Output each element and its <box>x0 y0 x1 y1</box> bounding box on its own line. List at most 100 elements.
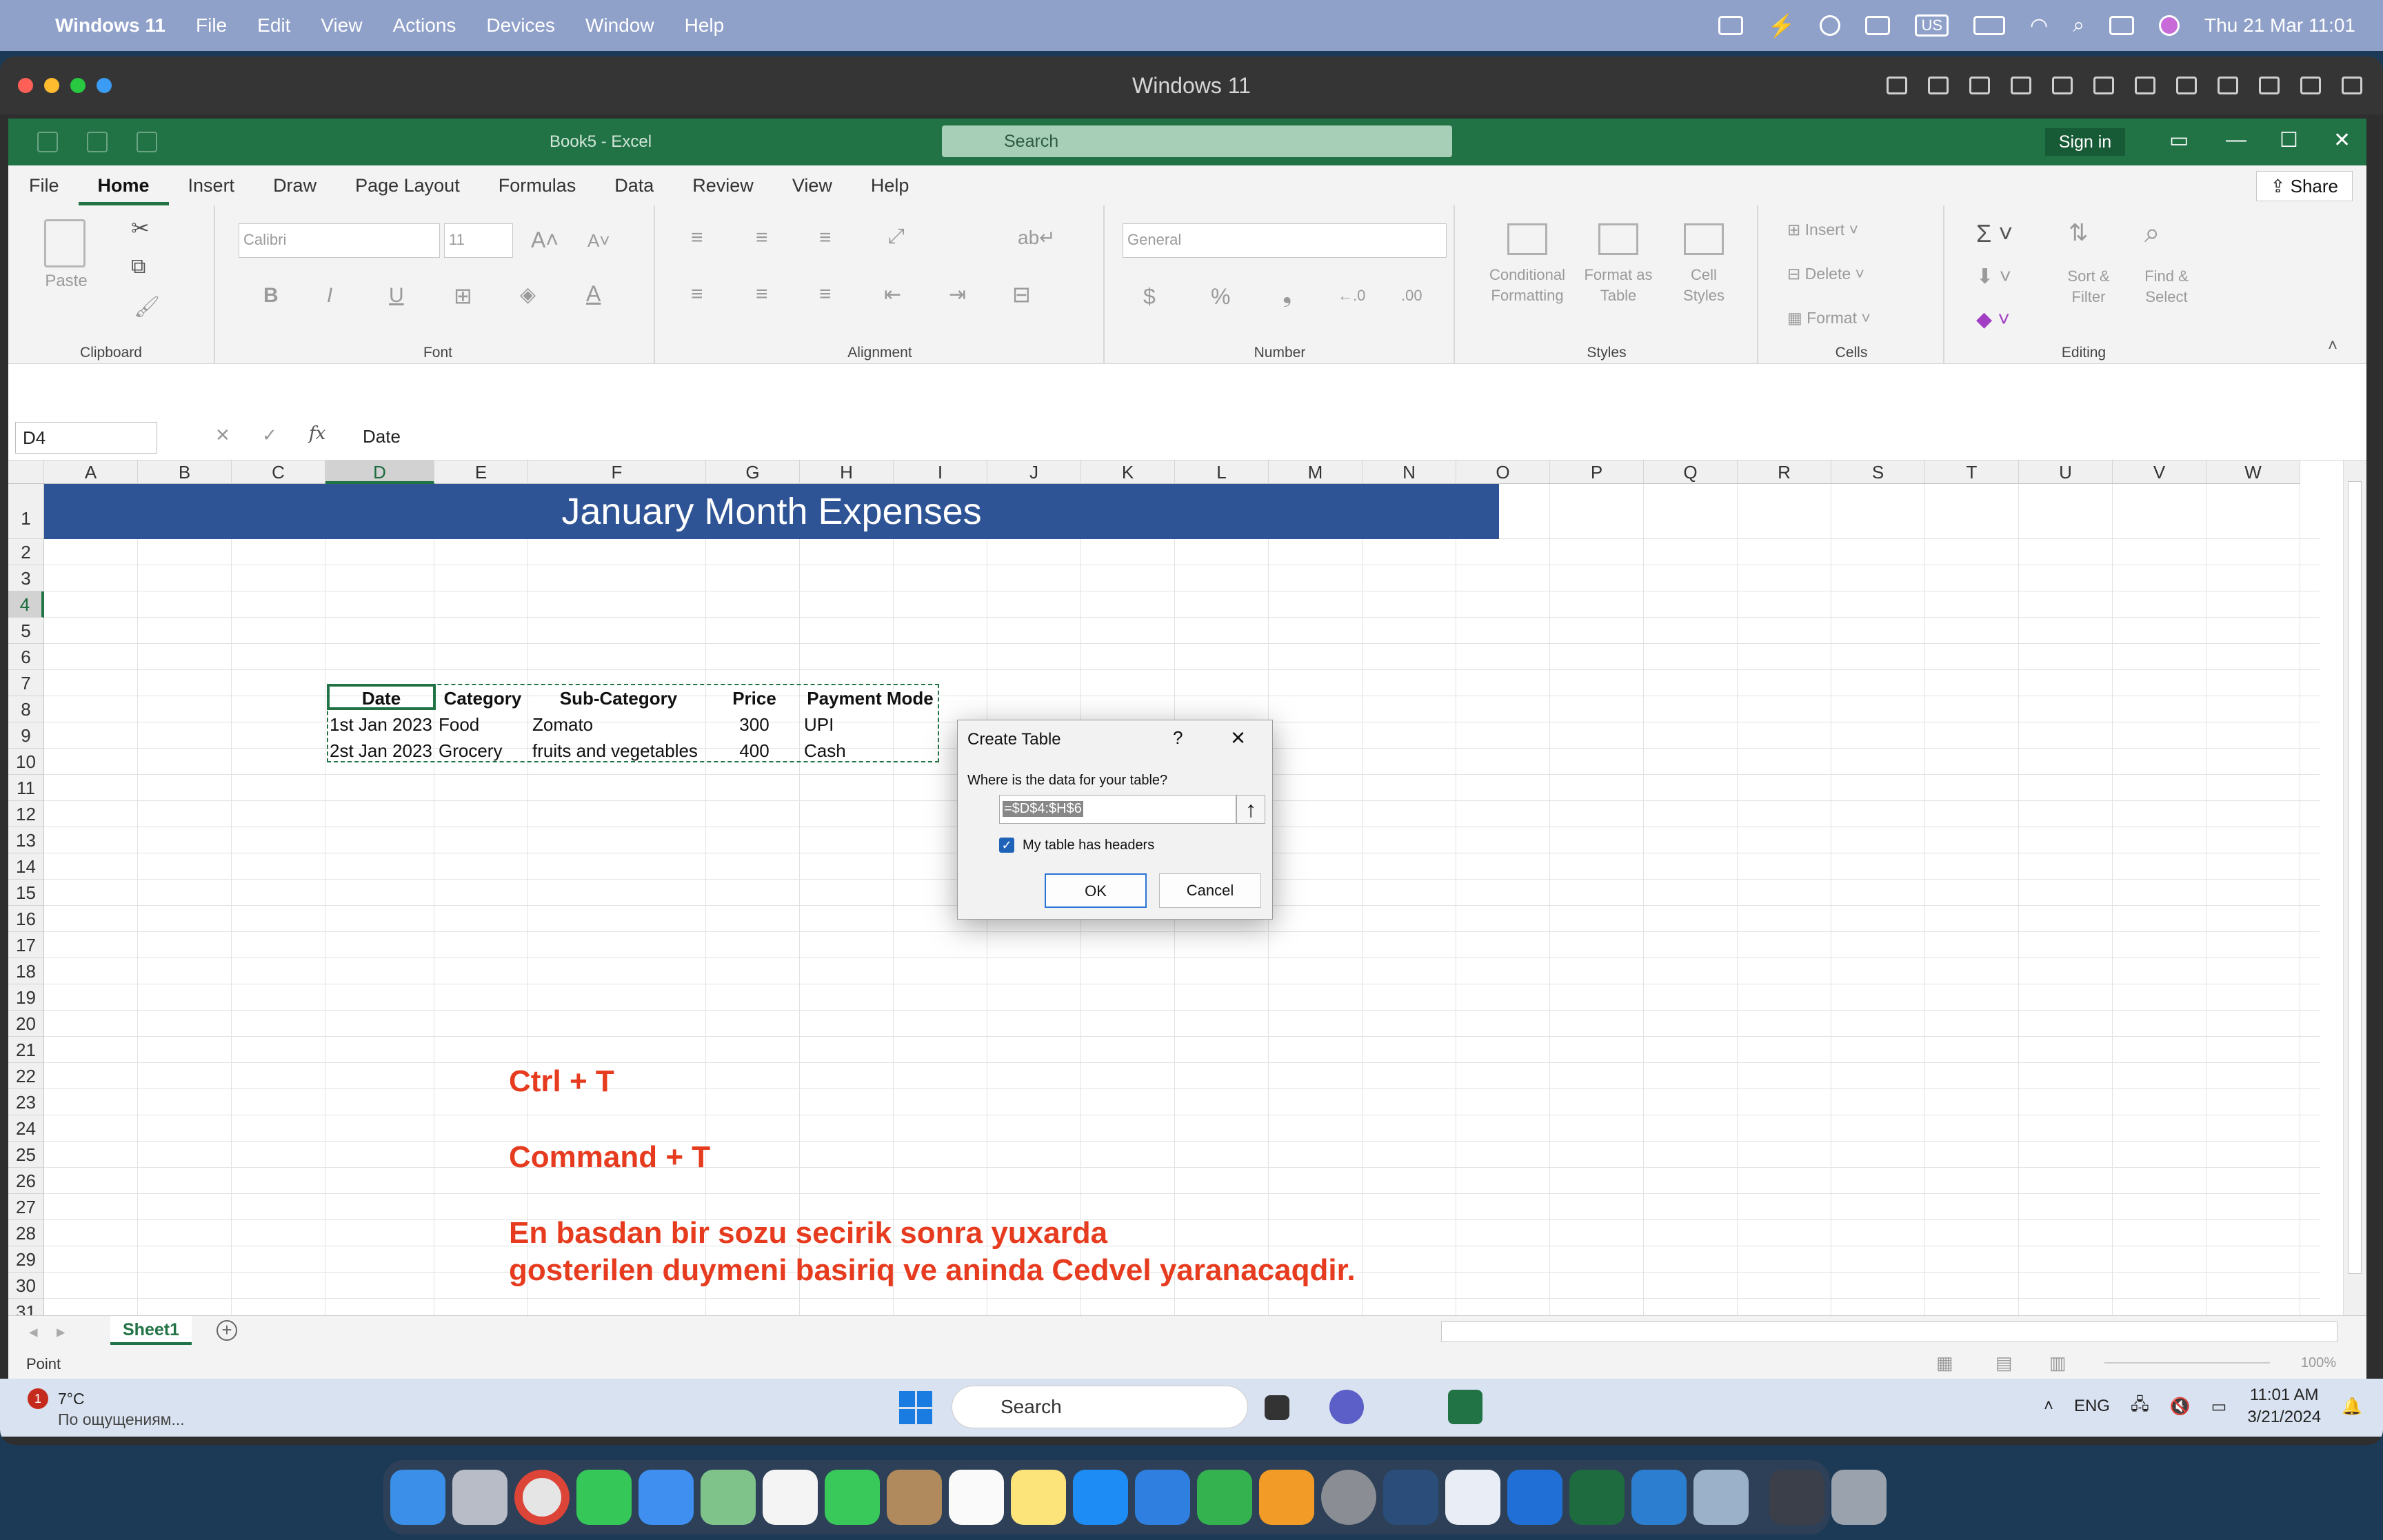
center-icon[interactable]: ≡ <box>756 283 768 306</box>
bolt-icon[interactable]: ⚡ <box>1768 12 1796 39</box>
page-break-icon[interactable]: ▥ <box>2049 1352 2067 1374</box>
row-header-1[interactable]: 1 <box>8 484 44 539</box>
volume-muted-icon[interactable]: 🔇 <box>2170 1397 2191 1417</box>
sort-filter-icon[interactable]: ⇅ <box>2069 219 2089 247</box>
percent-button[interactable]: % <box>1211 284 1230 310</box>
bottom-align-icon[interactable]: ≡ <box>819 226 832 250</box>
column-header-e[interactable]: E <box>434 460 528 484</box>
fill-color-icon[interactable]: ◈ <box>520 283 536 307</box>
battery-tray-icon[interactable]: ▭ <box>2211 1397 2227 1417</box>
column-header-n[interactable]: N <box>1363 460 1456 484</box>
number-format-box[interactable]: General <box>1123 223 1447 258</box>
tab-file[interactable]: File <box>8 165 79 205</box>
conditional-formatting-icon[interactable] <box>1507 223 1547 255</box>
font-color-icon[interactable]: A <box>586 281 601 307</box>
tab-home[interactable]: Home <box>78 165 169 205</box>
row-header-2[interactable]: 2 <box>8 539 44 565</box>
mac-app-name[interactable]: Windows 11 <box>55 14 165 37</box>
column-header-q[interactable]: Q <box>1644 460 1738 484</box>
row-header-28[interactable]: 28 <box>8 1220 44 1246</box>
row-header-3[interactable]: 3 <box>8 565 44 591</box>
increase-decimal-icon[interactable]: ←.0 <box>1338 287 1365 305</box>
italic-button[interactable]: I <box>327 284 332 307</box>
wrap-text-icon[interactable]: ab↵ <box>1018 226 1056 249</box>
row-header-22[interactable]: 22 <box>8 1063 44 1089</box>
tab-data[interactable]: Data <box>595 165 673 205</box>
delete-cells-button[interactable]: ⊟ Delete ˅ <box>1787 265 1864 283</box>
row-header-23[interactable]: 23 <box>8 1089 44 1115</box>
row-header-11[interactable]: 11 <box>8 775 44 801</box>
column-header-f[interactable]: F <box>528 460 706 484</box>
teams-chat-icon[interactable] <box>1329 1390 1364 1424</box>
decrease-indent-icon[interactable]: ⇤ <box>884 283 901 307</box>
copy-icon[interactable]: ⧉ <box>131 255 145 278</box>
row-header-4[interactable]: 4 <box>8 591 44 618</box>
column-header-a[interactable]: A <box>44 460 138 484</box>
chrome-icon[interactable] <box>514 1470 570 1525</box>
column-header-m[interactable]: M <box>1269 460 1363 484</box>
clear-icon[interactable]: ◆ ˅ <box>1976 307 2010 332</box>
reminders-icon[interactable] <box>949 1470 1004 1525</box>
row-header-5[interactable]: 5 <box>8 618 44 644</box>
row-header-14[interactable]: 14 <box>8 853 44 880</box>
start-button[interactable] <box>899 1391 932 1424</box>
row-header-10[interactable]: 10 <box>8 749 44 775</box>
excel-search-box[interactable]: Search <box>942 125 1452 157</box>
windows-search-box[interactable]: Search <box>952 1386 1248 1428</box>
keyboard-icon[interactable] <box>1887 77 1907 94</box>
cut-icon[interactable]: ✂ <box>131 215 150 241</box>
align-left-icon[interactable]: ≡ <box>691 283 703 306</box>
column-header-c[interactable]: C <box>232 460 325 484</box>
app-store-icon[interactable] <box>1073 1470 1128 1525</box>
fill-icon[interactable]: ⬇ ˅ <box>1976 265 2011 289</box>
parallels-icon[interactable] <box>1383 1470 1438 1525</box>
messages-icon[interactable] <box>576 1470 632 1525</box>
row-header-9[interactable]: 9 <box>8 722 44 749</box>
dialog-help-button[interactable]: ? <box>1173 727 1183 749</box>
launchpad-icon[interactable] <box>452 1470 507 1525</box>
collapse-ribbon-icon[interactable]: ˄ <box>2328 336 2337 356</box>
column-header-i[interactable]: I <box>894 460 987 484</box>
camera-icon[interactable] <box>2218 77 2238 94</box>
align-right-icon[interactable]: ≡ <box>819 283 832 306</box>
row-header-20[interactable]: 20 <box>8 1011 44 1037</box>
network-tray-icon[interactable]: 🖧 <box>2131 1392 2149 1421</box>
sound-icon[interactable] <box>2093 77 2114 94</box>
zoom-level[interactable]: 100% <box>2301 1355 2336 1371</box>
confirm-entry-icon[interactable]: ✓ <box>262 425 277 446</box>
prev-sheet-icon[interactable]: ◂ <box>29 1321 38 1342</box>
play-icon[interactable] <box>1820 15 1841 36</box>
maps-icon[interactable] <box>701 1470 756 1525</box>
display-icon[interactable] <box>1865 16 1891 35</box>
windows-vm-icon[interactable] <box>1507 1470 1562 1525</box>
minimize-icon[interactable]: — <box>2226 128 2246 152</box>
customize-qat-icon[interactable] <box>186 132 207 152</box>
close-icon[interactable]: ✕ <box>2333 128 2351 152</box>
headers-checkbox[interactable]: ✓ <box>999 838 1014 853</box>
mac-menu-view[interactable]: View <box>321 14 362 37</box>
conditional-formatting-button[interactable]: Conditional Formatting <box>1482 265 1572 306</box>
vertical-scrollbar[interactable] <box>2343 460 2366 1315</box>
decrease-decimal-icon[interactable]: .00 <box>1401 287 1422 305</box>
row-header-16[interactable]: 16 <box>8 906 44 932</box>
column-header-j[interactable]: J <box>987 460 1081 484</box>
cell-styles-icon[interactable] <box>1684 223 1724 255</box>
drive-icon[interactable] <box>2176 77 2197 94</box>
minimize-window-button[interactable] <box>44 78 59 93</box>
usb-icon[interactable] <box>1969 77 1990 94</box>
orientation-icon[interactable]: ⤢ <box>888 225 905 248</box>
row-header-24[interactable]: 24 <box>8 1115 44 1142</box>
horizontal-scrollbar[interactable] <box>1441 1321 2337 1342</box>
row-header-8[interactable]: 8 <box>8 696 44 722</box>
row-header-13[interactable]: 13 <box>8 827 44 853</box>
language-indicator[interactable]: ENG <box>2074 1397 2110 1416</box>
keynote-icon[interactable] <box>1135 1470 1190 1525</box>
format-painter-icon[interactable]: 🖌 <box>134 295 160 319</box>
column-header-p[interactable]: P <box>1550 460 1644 484</box>
notifications-bell-icon[interactable]: 🔔 <box>2342 1397 2362 1417</box>
bold-button[interactable]: B <box>263 284 279 307</box>
column-header-u[interactable]: U <box>2019 460 2113 484</box>
row-header-31[interactable]: 31 <box>8 1299 44 1315</box>
facetime-icon[interactable] <box>825 1470 880 1525</box>
sign-in-button[interactable]: Sign in <box>2045 128 2125 156</box>
